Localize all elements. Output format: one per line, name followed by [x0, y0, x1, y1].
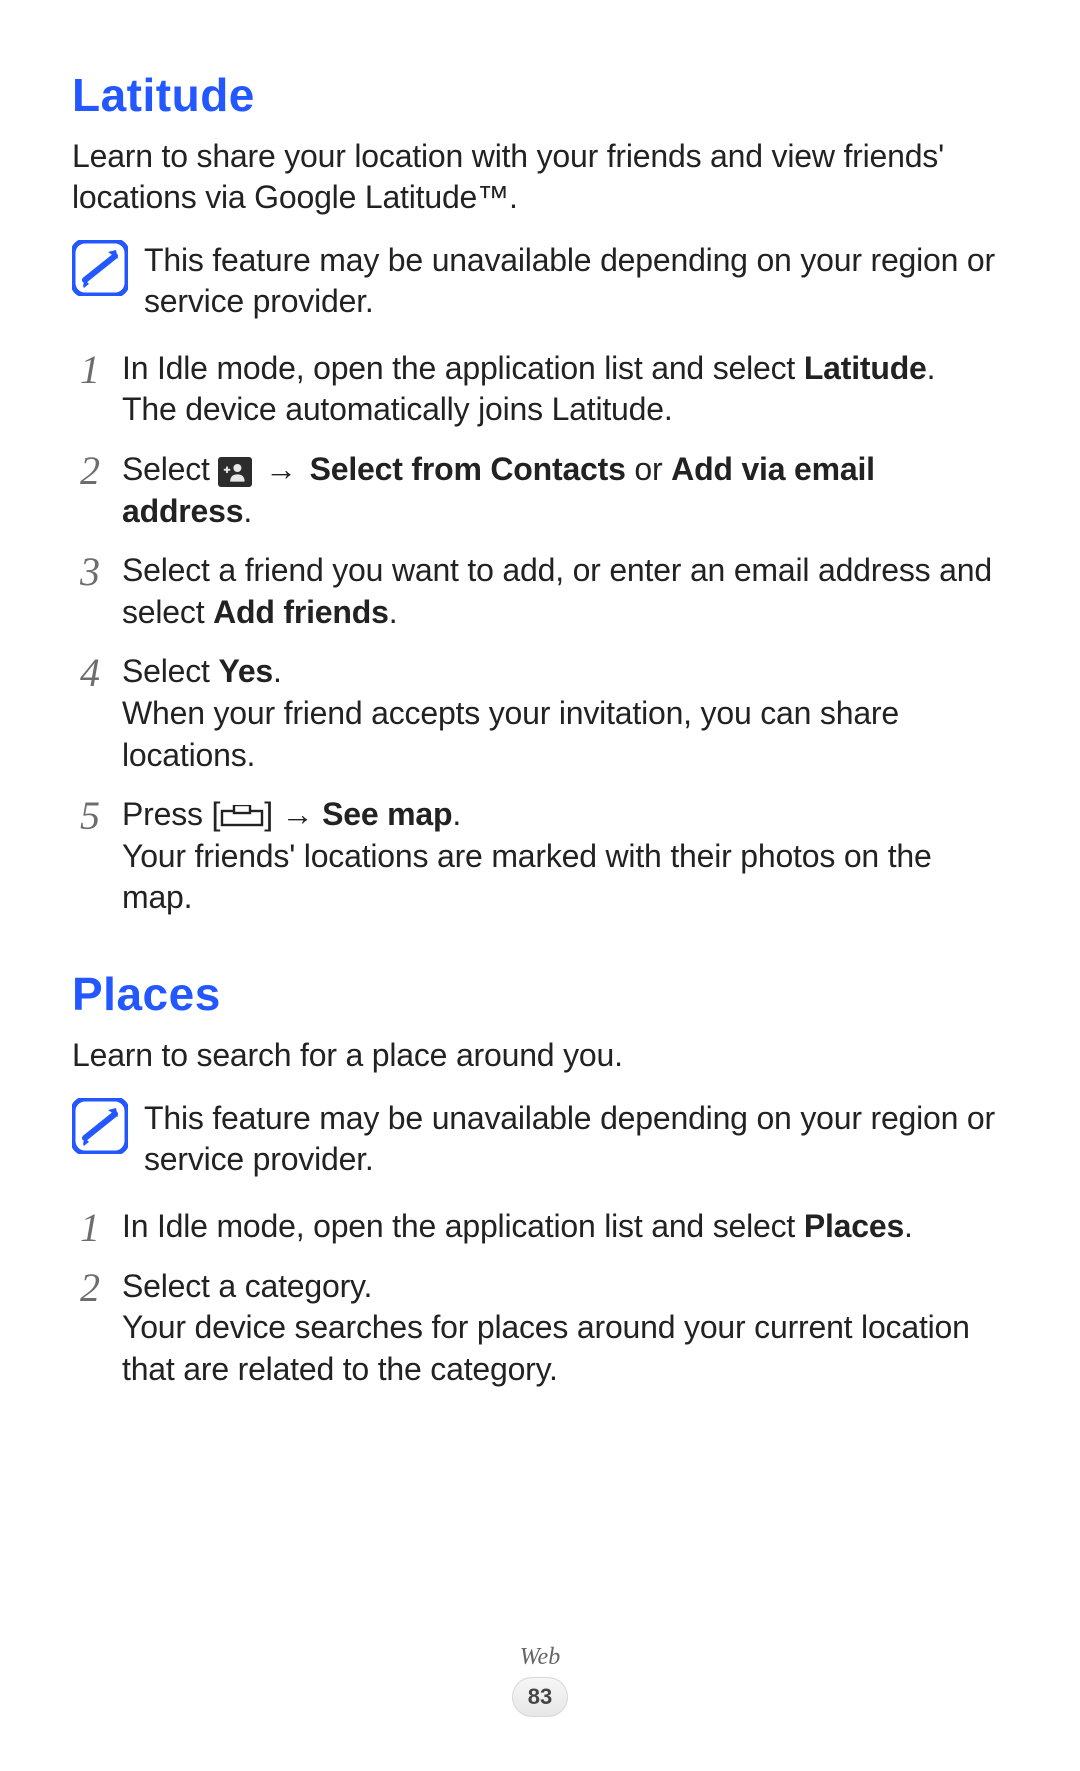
step-bold: Add friends — [213, 594, 389, 630]
step-bold: Latitude — [804, 350, 927, 386]
step-number: 1 — [72, 1206, 108, 1248]
step-text: Select a category. — [122, 1268, 372, 1304]
footer-category: Web — [0, 1644, 1080, 1671]
places-step-2: 2 Select a category. Your device searche… — [72, 1266, 1008, 1391]
step-text: In Idle mode, open the application list … — [122, 1208, 804, 1244]
step-number: 2 — [72, 449, 108, 491]
step-after: Your friends' locations are marked with … — [122, 836, 1008, 919]
latitude-step-5: 5 Press [ ] → See map. Your friends' loc… — [72, 794, 1008, 919]
step-number: 4 — [72, 651, 108, 693]
step-bold: Select from Contacts — [310, 451, 626, 487]
step-number: 2 — [72, 1266, 108, 1308]
latitude-note: This feature may be unavailable dependin… — [72, 240, 1008, 322]
step-after: When your friend accepts your invitation… — [122, 693, 1008, 776]
menu-key-icon — [220, 796, 264, 818]
step-text: . — [273, 653, 282, 689]
step-text: . — [452, 796, 461, 832]
page-footer: Web 83 — [0, 1644, 1080, 1717]
step-body: Select → Select from Contacts or Add via… — [122, 449, 1008, 532]
latitude-step-2: 2 Select → Select from Contacts or Add v… — [72, 449, 1008, 532]
step-after: Your device searches for places around y… — [122, 1307, 1008, 1390]
page-number-badge: 83 — [512, 1677, 568, 1717]
places-note-text: This feature may be unavailable dependin… — [144, 1098, 1008, 1180]
latitude-step-4: 4 Select Yes. When your friend accepts y… — [72, 651, 1008, 776]
step-number: 3 — [72, 550, 108, 592]
arrow-text: → — [282, 796, 323, 832]
step-number: 1 — [72, 348, 108, 390]
section-title-latitude: Latitude — [72, 68, 1008, 122]
step-bold: Places — [804, 1208, 904, 1244]
latitude-note-text: This feature may be unavailable dependin… — [144, 240, 1008, 322]
note-icon — [72, 1098, 128, 1154]
step-text: . — [389, 594, 398, 630]
step-text: ] — [264, 796, 281, 832]
places-step-1: 1 In Idle mode, open the application lis… — [72, 1206, 1008, 1248]
step-text: . — [927, 350, 936, 386]
latitude-intro: Learn to share your location with your f… — [72, 136, 1008, 218]
step-bold: Yes — [218, 653, 273, 689]
step-body: Select a friend you want to add, or ente… — [122, 550, 1008, 633]
step-text: Select — [122, 653, 218, 689]
step-bold: See map — [322, 796, 452, 832]
section-title-places: Places — [72, 967, 1008, 1021]
step-text: or — [626, 451, 671, 487]
step-text: Select — [122, 451, 218, 487]
arrow-text: → — [252, 451, 309, 487]
step-body: Select Yes. When your friend accepts you… — [122, 651, 1008, 776]
step-text: . — [243, 493, 252, 529]
note-icon — [72, 240, 128, 296]
step-text: . — [904, 1208, 913, 1244]
latitude-step-3: 3 Select a friend you want to add, or en… — [72, 550, 1008, 633]
step-number: 5 — [72, 794, 108, 836]
step-text: In Idle mode, open the application list … — [122, 350, 804, 386]
latitude-step-1: 1 In Idle mode, open the application lis… — [72, 348, 1008, 431]
step-text: Press [ — [122, 796, 220, 832]
step-body: In Idle mode, open the application list … — [122, 1206, 1008, 1248]
places-note: This feature may be unavailable dependin… — [72, 1098, 1008, 1180]
step-after: The device automatically joins Latitude. — [122, 389, 1008, 431]
step-body: Select a category. Your device searches … — [122, 1266, 1008, 1391]
add-contact-icon — [218, 457, 252, 487]
step-body: Press [ ] → See map. Your friends' locat… — [122, 794, 1008, 919]
step-body: In Idle mode, open the application list … — [122, 348, 1008, 431]
manual-page: Latitude Learn to share your location wi… — [0, 0, 1080, 1771]
places-intro: Learn to search for a place around you. — [72, 1035, 1008, 1076]
